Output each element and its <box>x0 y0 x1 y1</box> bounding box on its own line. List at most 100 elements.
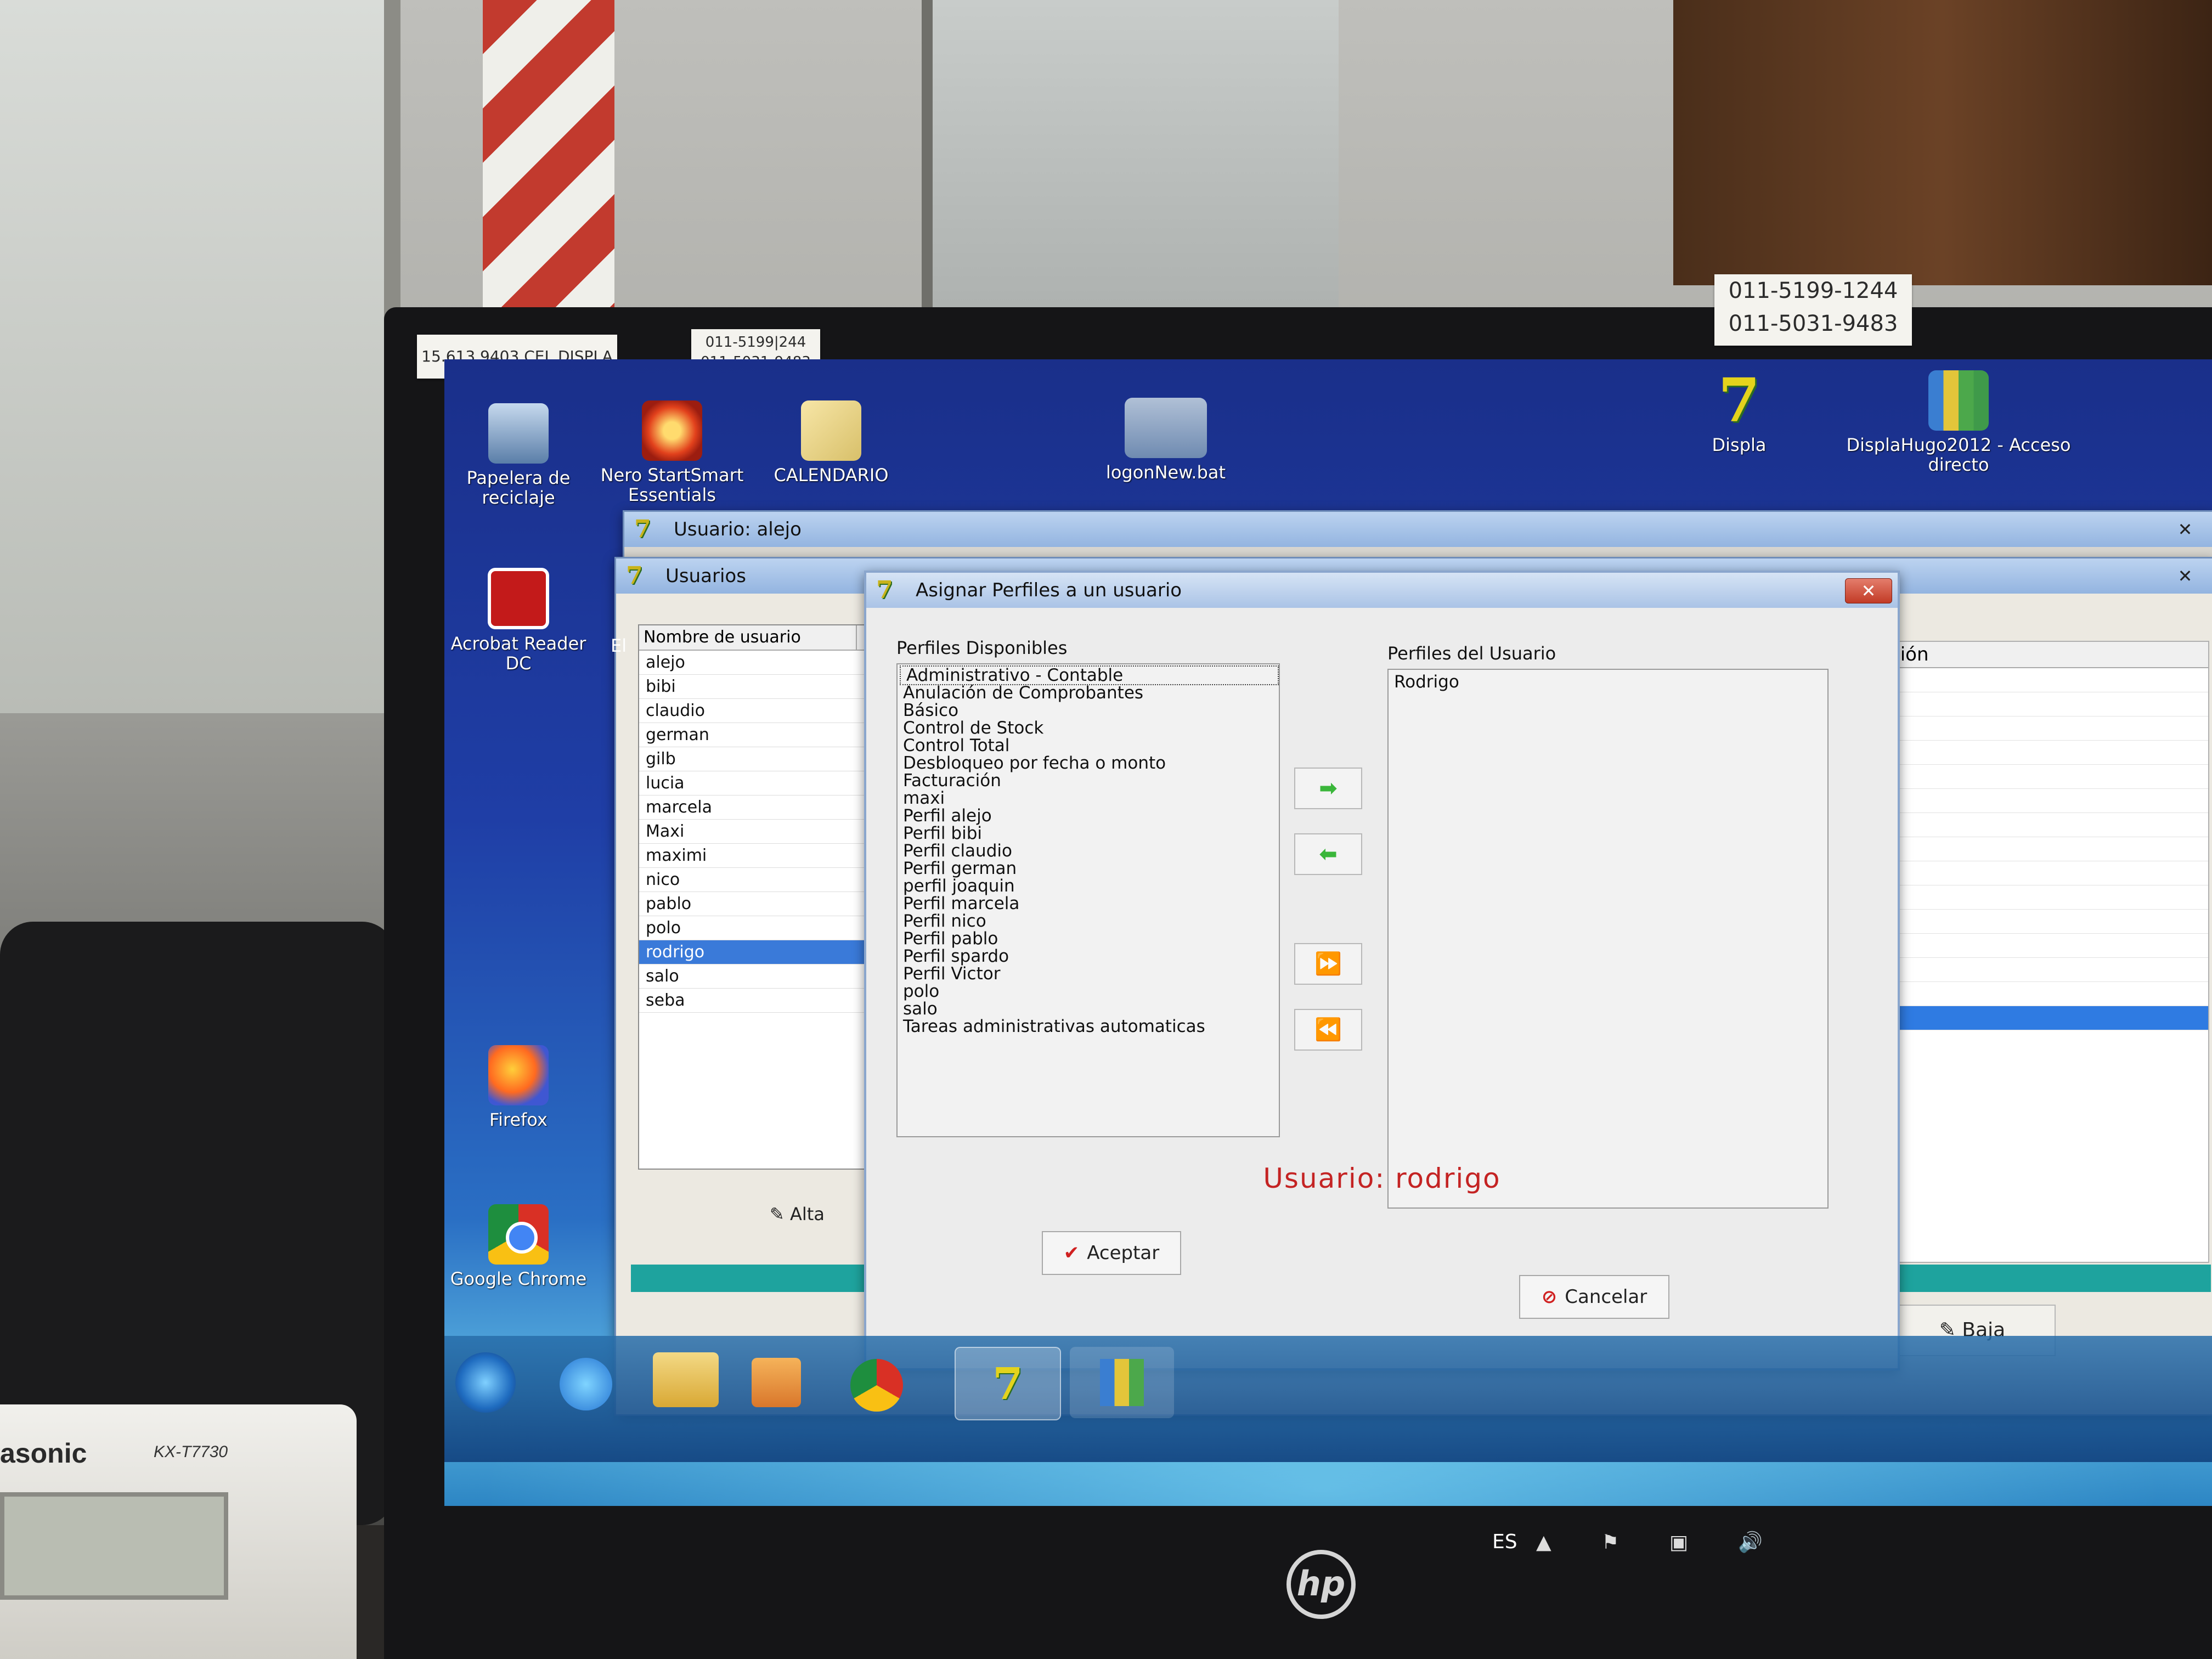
desktop-icon-label: Nero StartSmart Essentials <box>600 465 744 505</box>
media-player-icon[interactable] <box>752 1358 801 1407</box>
profile-item[interactable]: Básico <box>898 702 1279 719</box>
grid-row[interactable] <box>1879 765 2208 789</box>
chrome-taskbar-icon[interactable] <box>850 1359 903 1412</box>
profile-item[interactable]: maxi <box>898 789 1279 807</box>
profile-item[interactable]: Perfil bibi <box>898 825 1279 842</box>
user-list-header[interactable]: Nombre de usuario <box>639 625 864 651</box>
desktop-icon-displa[interactable]: 7 Displa <box>1665 370 1813 455</box>
user-row[interactable]: nico <box>639 868 864 892</box>
desktop-icon-nero[interactable]: Nero StartSmart Essentials <box>598 400 746 505</box>
close-button[interactable]: ✕ <box>2162 517 2208 541</box>
remove-all-profiles-button[interactable]: ⏪ <box>1294 1009 1362 1051</box>
profile-item[interactable]: Perfil german <box>898 860 1279 877</box>
user-row[interactable]: claudio <box>639 699 864 723</box>
user-row[interactable]: marcela <box>639 795 864 820</box>
add-profile-button[interactable]: ➡ <box>1294 768 1362 809</box>
grid-row[interactable] <box>1879 982 2208 1006</box>
user-list[interactable]: Nombre de usuario alejo bibi claudio ger… <box>638 624 865 1170</box>
profile-item[interactable]: Control Total <box>898 737 1279 754</box>
aceptar-button[interactable]: ✔ Aceptar <box>1042 1231 1181 1275</box>
grid-row-selected[interactable] <box>1879 1006 2208 1030</box>
user-row[interactable]: alejo <box>639 651 864 675</box>
cancelar-button[interactable]: ⊘ Cancelar <box>1519 1275 1669 1319</box>
available-profiles-list[interactable]: Administrativo - Contable Anulación de C… <box>896 663 1280 1137</box>
file-explorer-icon[interactable] <box>653 1352 719 1407</box>
displa-taskbar-icon[interactable]: 7 <box>955 1347 1061 1420</box>
grid-row[interactable] <box>1879 692 2208 716</box>
grid-header[interactable]: ción <box>1879 642 2208 668</box>
profile-item[interactable]: Tareas administrativas automaticas <box>898 1018 1279 1035</box>
grid-row[interactable] <box>1879 837 2208 861</box>
desktop-icon-displahugo[interactable]: DisplaHugo2012 - Acceso directo <box>1843 370 2074 475</box>
arrow-left-icon: ⬅ <box>1319 842 1338 867</box>
user-row[interactable]: german <box>639 723 864 747</box>
wooden-door <box>1673 0 2212 285</box>
remove-profile-button[interactable]: ⬅ <box>1294 833 1362 875</box>
grid-row[interactable] <box>1879 789 2208 813</box>
profile-item[interactable]: perfil joaquin <box>898 877 1279 895</box>
cancel-icon: ⊘ <box>1541 1286 1558 1308</box>
user-row[interactable]: pablo <box>639 892 864 916</box>
profile-item[interactable]: Perfil claudio <box>898 842 1279 860</box>
add-all-profiles-button[interactable]: ⏩ <box>1294 943 1362 985</box>
close-button[interactable]: ✕ <box>1845 578 1892 603</box>
profile-item[interactable]: Perfil Victor <box>898 965 1279 983</box>
alta-button[interactable]: ✎ Alta <box>737 1195 857 1233</box>
profile-item[interactable]: Perfil marcela <box>898 895 1279 912</box>
grid-row[interactable] <box>1879 910 2208 934</box>
close-button[interactable]: ✕ <box>2162 564 2208 588</box>
grid-row[interactable] <box>1879 861 2208 885</box>
desktop-icon-firefox[interactable]: Firefox <box>444 1045 592 1130</box>
grid-row[interactable] <box>1879 958 2208 982</box>
displahugo-taskbar-icon[interactable] <box>1070 1347 1174 1418</box>
profile-grid[interactable]: ción <box>1878 641 2209 1263</box>
partial-desktop-label: El <box>611 635 627 656</box>
user-row[interactable]: salo <box>639 964 864 989</box>
profile-item[interactable]: Desbloqueo por fecha o monto <box>898 754 1279 772</box>
desktop-icon-chrome[interactable]: Google Chrome <box>444 1204 592 1289</box>
grid-row[interactable] <box>1879 668 2208 692</box>
user-row[interactable]: polo <box>639 916 864 940</box>
user-row[interactable]: gilb <box>639 747 864 771</box>
grid-row[interactable] <box>1879 716 2208 741</box>
taskbar: 7 <box>444 1336 2212 1462</box>
user-row[interactable]: lucia <box>639 771 864 795</box>
assigned-profiles-list[interactable]: Rodrigo <box>1387 669 1829 1209</box>
grid-row[interactable] <box>1879 741 2208 765</box>
dialog-title-bar[interactable]: 7 Asignar Perfiles a un usuario ✕ <box>866 573 1898 608</box>
grid-row[interactable] <box>1879 813 2208 837</box>
profile-item[interactable]: Facturación <box>898 772 1279 789</box>
language-indicator[interactable]: ES <box>1492 1531 1517 1553</box>
desktop-icon-calendario[interactable]: CALENDARIO <box>757 400 905 485</box>
alta-label: Alta <box>790 1204 825 1224</box>
user-row-selected[interactable]: rodrigo <box>639 940 864 964</box>
system-tray-icons[interactable]: ▲ ⚑ ▣ 🔊 <box>1536 1531 1785 1554</box>
calendar-file-icon <box>801 400 861 461</box>
profile-item[interactable]: Control de Stock <box>898 719 1279 737</box>
dialog-title: Asignar Perfiles a un usuario <box>916 579 1182 601</box>
profile-item[interactable]: Perfil spardo <box>898 947 1279 965</box>
dialog-asignar-perfiles[interactable]: 7 Asignar Perfiles a un usuario ✕ Perfil… <box>864 571 1900 1370</box>
user-row[interactable]: seba <box>639 989 864 1013</box>
desktop-icon-logonnew[interactable]: logonNew.bat <box>1092 398 1240 482</box>
user-row[interactable]: Maxi <box>639 820 864 844</box>
internet-explorer-icon[interactable] <box>560 1358 612 1410</box>
grid-row[interactable] <box>1879 934 2208 958</box>
user-row[interactable]: maximi <box>639 844 864 868</box>
displa-icon: 7 <box>1718 365 1760 436</box>
window-title-bar[interactable]: 7 Usuario: alejo ✕ <box>624 512 2212 547</box>
user-row[interactable]: bibi <box>639 675 864 699</box>
profile-item[interactable]: Anulación de Comprobantes <box>898 684 1279 702</box>
desktop-icon-acrobat[interactable]: Acrobat Reader DC <box>444 568 592 673</box>
assigned-profile-item[interactable]: Rodrigo <box>1389 670 1827 691</box>
profile-item[interactable]: polo <box>898 983 1279 1000</box>
profile-item[interactable]: Perfil pablo <box>898 930 1279 947</box>
start-button[interactable] <box>455 1352 516 1413</box>
profile-item-focused[interactable]: Administrativo - Contable <box>900 665 1279 685</box>
profile-item[interactable]: Perfil alejo <box>898 807 1279 825</box>
profile-item[interactable]: Perfil nico <box>898 912 1279 930</box>
grid-row[interactable] <box>1879 885 2208 910</box>
desktop-icon-recycle-bin[interactable]: Papelera de reciclaje <box>444 403 592 507</box>
profile-item[interactable]: salo <box>898 1000 1279 1018</box>
glass-partition <box>922 0 1339 307</box>
